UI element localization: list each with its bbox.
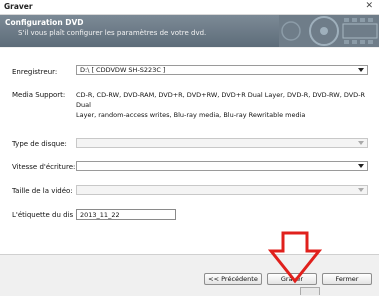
recorder-value: D:\ [ CDDVDW SH-S223C ]: [80, 66, 166, 74]
disc-label-label: L'étiquette du dis: [12, 211, 74, 219]
chevron-down-icon: [358, 141, 364, 145]
form-panel: Enregistreur: D:\ [ CDDVDW SH-S223C ] Me…: [0, 48, 379, 254]
disc-film-art-icon: [279, 15, 379, 47]
resize-grip: [300, 287, 320, 295]
video-size-label: Taille de la vidéo:: [12, 187, 73, 195]
close-window-icon[interactable]: ✕: [365, 1, 373, 11]
chevron-down-icon: [358, 68, 364, 72]
previous-button[interactable]: << Précédente: [204, 273, 262, 285]
chevron-down-icon: [358, 164, 364, 168]
media-support-label: Media Support:: [12, 91, 66, 99]
write-speed-select[interactable]: [76, 161, 368, 171]
write-speed-label: Vitesse d'écriture:: [12, 163, 76, 171]
window-title: Graver: [4, 2, 33, 11]
disc-type-label: Type de disque:: [12, 140, 67, 148]
disc-type-select[interactable]: [76, 138, 368, 148]
media-line: CD-R, CD-RW, DVD-RAM, DVD+R, DVD+RW, DVD…: [76, 91, 366, 109]
recorder-select[interactable]: D:\ [ CDDVDW SH-S223C ]: [76, 65, 368, 75]
media-support-text: CD-R, CD-RW, DVD-RAM, DVD+R, DVD+RW, DVD…: [76, 90, 368, 120]
close-button[interactable]: Fermer: [322, 273, 372, 285]
video-size-select[interactable]: [76, 185, 368, 195]
media-line: Layer, random-access writes, Blu-ray med…: [76, 111, 306, 119]
wizard-header: Configuration DVD S'il vous plaît config…: [0, 15, 379, 47]
header-subtitle: S'il vous plaît configurer les paramètre…: [18, 29, 207, 37]
disc-label-input[interactable]: 2013_11_22: [76, 209, 176, 220]
header-title: Configuration DVD: [5, 18, 84, 27]
title-bar: Graver ✕: [0, 0, 379, 15]
recorder-label: Enregistreur:: [12, 68, 58, 76]
red-arrow-down-icon: [268, 231, 322, 284]
chevron-down-icon: [358, 188, 364, 192]
